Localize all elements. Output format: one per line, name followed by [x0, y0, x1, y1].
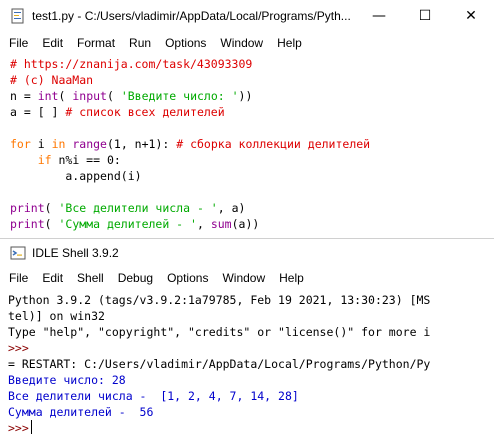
code-line: # (c) NaaMan: [10, 72, 93, 88]
code-token: input: [72, 89, 107, 103]
idle-shell-icon: [10, 246, 26, 260]
code-token: i: [30, 137, 52, 151]
code-token: (: [58, 89, 73, 103]
menu-window[interactable]: Window: [213, 32, 270, 54]
code-token: int: [37, 89, 59, 103]
shell-output-line: Type "help", "copyright", "credits" or "…: [8, 325, 431, 339]
code-token: (: [44, 217, 59, 231]
code-token: # (c) NaaMan: [10, 73, 94, 87]
editor-window: test1.py - C:/Users/vladimir/AppData/Loc…: [0, 0, 494, 238]
code-token: a = [ ]: [10, 105, 66, 119]
code-token: n =: [10, 89, 38, 103]
close-button[interactable]: ✕: [448, 0, 494, 32]
code-line: print( 'Сумма делителей - ', sum(a)): [10, 216, 259, 232]
shell-output-line: Python 3.9.2 (tags/v3.9.2:1a79785, Feb 1…: [8, 293, 431, 307]
code-token: # сборка коллекции делителей: [176, 137, 371, 151]
code-token: for: [10, 137, 31, 151]
menu-options[interactable]: Options: [158, 32, 213, 54]
shell-menu-edit[interactable]: Edit: [35, 267, 70, 289]
code-line: for i in range(1, n+1): # сборка коллекц…: [10, 136, 370, 152]
code-token: n%i == 0:: [51, 153, 121, 167]
code-token: )): [238, 89, 253, 103]
idle-editor-icon: [11, 8, 24, 24]
code-line: n = int( input( 'Введите число: ')): [10, 88, 252, 104]
code-token: 'Все делители числа - ': [58, 201, 218, 215]
menu-run[interactable]: Run: [122, 32, 158, 54]
code-line: print( 'Все делители числа - ', a): [10, 200, 245, 216]
shell-output-line: = RESTART: C:/Users/vladimir/AppData/Loc…: [8, 357, 431, 371]
shell-output-line: Введите число: 28: [8, 373, 126, 387]
code-token: sum: [210, 217, 232, 231]
code-line: a = [ ] # список всех делителей: [10, 104, 225, 120]
shell-menu-options[interactable]: Options: [160, 267, 215, 289]
shell-output-line: Все делители числа - [1, 2, 4, 7, 14, 28…: [8, 389, 299, 403]
shell-prompt: >>>: [8, 421, 29, 435]
code-token: (: [44, 201, 59, 215]
shell-menu-debug[interactable]: Debug: [111, 267, 160, 289]
code-token: print: [10, 217, 45, 231]
menu-help[interactable]: Help: [270, 32, 309, 54]
shell-output-line: tel)] on win32: [8, 309, 105, 323]
code-token: ,: [196, 217, 211, 231]
shell-title-bar[interactable]: IDLE Shell 3.9.2: [0, 239, 494, 267]
text-cursor: [30, 420, 33, 434]
code-token: (a)): [231, 217, 260, 231]
shell-window: IDLE Shell 3.9.2 File Edit Shell Debug O…: [0, 238, 494, 446]
minimize-button[interactable]: —: [356, 0, 402, 32]
maximize-button[interactable]: ☐: [402, 0, 448, 32]
code-token: print: [10, 201, 45, 215]
shell-title: IDLE Shell 3.9.2: [32, 246, 119, 260]
code-token: range: [72, 137, 107, 151]
code-token: 'Введите число: ': [120, 89, 239, 103]
editor-menu-bar: File Edit Format Run Options Window Help: [0, 32, 494, 54]
editor-title-bar[interactable]: test1.py - C:/Users/vladimir/AppData/Loc…: [0, 0, 494, 32]
shell-output-line: Сумма делителей - 56: [8, 405, 154, 419]
code-token: a.append(i): [10, 169, 142, 183]
code-line: a.append(i): [10, 168, 142, 184]
code-token: in: [51, 137, 66, 151]
shell-menu-window[interactable]: Window: [215, 267, 272, 289]
shell-input-line[interactable]: >>>: [8, 420, 33, 436]
code-line: # https://znanija.com/task/43093309: [10, 56, 252, 72]
code-token: # список всех делителей: [65, 105, 225, 119]
shell-menu-file[interactable]: File: [0, 267, 35, 289]
menu-edit[interactable]: Edit: [35, 32, 70, 54]
shell-menu-help[interactable]: Help: [272, 267, 311, 289]
menu-format[interactable]: Format: [70, 32, 122, 54]
code-token: (: [106, 89, 121, 103]
shell-output-area[interactable]: Python 3.9.2 (tags/v3.9.2:1a79785, Feb 1…: [0, 290, 494, 446]
code-token: # https://znanija.com/task/43093309: [10, 57, 253, 71]
code-editor-area[interactable]: # https://znanija.com/task/43093309 # (c)…: [0, 54, 494, 238]
code-token: , a): [217, 201, 246, 215]
code-token: (1, n+1):: [106, 137, 177, 151]
code-token: 'Сумма делителей - ': [58, 217, 197, 231]
code-line: if n%i == 0:: [10, 152, 121, 168]
shell-menu-bar: File Edit Shell Debug Options Window Hel…: [0, 267, 494, 289]
shell-menu-shell[interactable]: Shell: [70, 267, 111, 289]
menu-file[interactable]: File: [0, 32, 35, 54]
code-token: if: [37, 153, 52, 167]
shell-output-line: >>>: [8, 341, 29, 355]
editor-title: test1.py - C:/Users/vladimir/AppData/Loc…: [32, 9, 351, 23]
